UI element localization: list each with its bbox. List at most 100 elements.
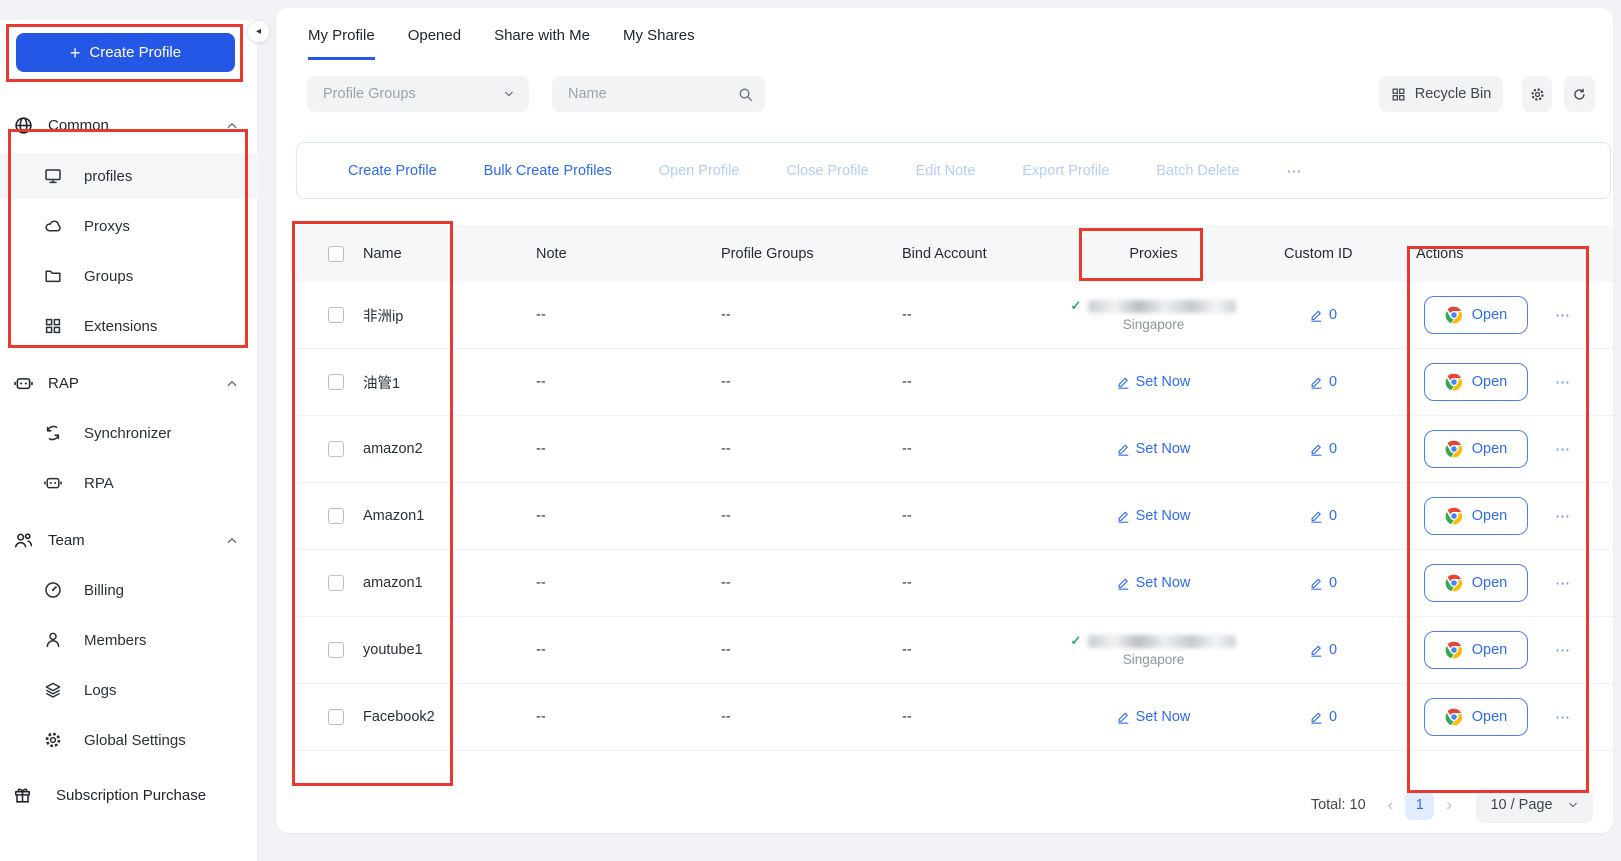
- chevron-up-icon[interactable]: [226, 536, 238, 545]
- chevron-down-icon: [503, 90, 515, 98]
- sidebar-item-subscription-purchase[interactable]: Subscription Purchase: [0, 775, 258, 815]
- pencil-icon: [1310, 376, 1323, 389]
- prev-page-button[interactable]: ‹: [1382, 795, 1400, 815]
- sidebar-item-label: Groups: [84, 268, 133, 285]
- sidebar-collapse-button[interactable]: ◂: [247, 20, 270, 43]
- profile-groups-select[interactable]: Profile Groups: [307, 76, 529, 112]
- row-checkbox[interactable]: [328, 441, 344, 457]
- row-checkbox[interactable]: [328, 709, 344, 725]
- folder-icon: [44, 267, 62, 285]
- custom-id-edit[interactable]: 0: [1310, 307, 1337, 323]
- tab-opened[interactable]: Opened: [408, 27, 461, 60]
- name-search-input[interactable]: [568, 86, 738, 102]
- sidebar-item-profiles[interactable]: profiles: [0, 153, 258, 199]
- sidebar-item-proxys[interactable]: Proxys: [0, 203, 258, 249]
- select-all-checkbox[interactable]: [328, 246, 344, 262]
- row-more-ellipsis[interactable]: ⋯: [1555, 574, 1572, 592]
- sidebar-section-team[interactable]: Team: [0, 525, 258, 555]
- open-profile-button[interactable]: Open: [1424, 497, 1528, 535]
- sidebar-item-global-settings[interactable]: Global Settings: [0, 717, 258, 763]
- bind-account-value: --: [886, 642, 1066, 658]
- action-bulk-create-profiles[interactable]: Bulk Create Profiles: [484, 163, 612, 179]
- profile-groups-value: --: [701, 374, 886, 390]
- sidebar-item-billing[interactable]: Billing: [0, 567, 258, 613]
- row-checkbox[interactable]: [328, 307, 344, 323]
- sidebar-item-synchronizer[interactable]: Synchronizer: [0, 410, 258, 456]
- action-open-profile[interactable]: Open Profile: [659, 163, 740, 179]
- custom-id-value: 0: [1329, 642, 1337, 658]
- tab-my-shares[interactable]: My Shares: [623, 27, 695, 60]
- set-proxy-link[interactable]: Set Now: [1117, 441, 1191, 457]
- custom-id-edit[interactable]: 0: [1310, 441, 1337, 457]
- chrome-icon: [1445, 507, 1463, 525]
- open-profile-button[interactable]: Open: [1424, 296, 1528, 334]
- action-close-profile[interactable]: Close Profile: [786, 163, 868, 179]
- row-checkbox[interactable]: [328, 575, 344, 591]
- open-profile-button[interactable]: Open: [1424, 631, 1528, 669]
- set-proxy-link[interactable]: Set Now: [1117, 575, 1191, 591]
- tab-my-profile[interactable]: My Profile: [308, 27, 375, 60]
- sidebar-section-rap[interactable]: RAP: [0, 368, 258, 398]
- action-more-ellipsis[interactable]: ⋯: [1286, 162, 1302, 180]
- row-checkbox[interactable]: [328, 642, 344, 658]
- profile-name: amazon1: [346, 575, 518, 591]
- sidebar-item-label: Billing: [84, 582, 124, 599]
- gear-icon: [1530, 87, 1545, 102]
- settings-button[interactable]: [1522, 76, 1552, 112]
- sidebar-item-groups[interactable]: Groups: [0, 253, 258, 299]
- sidebar-item-rpa[interactable]: RPA: [0, 460, 258, 506]
- page-number[interactable]: 1: [1405, 791, 1434, 820]
- bind-account-value: --: [886, 307, 1066, 323]
- custom-id-edit[interactable]: 0: [1310, 575, 1337, 591]
- custom-id-value: 0: [1329, 575, 1337, 591]
- custom-id-value: 0: [1329, 508, 1337, 524]
- open-profile-button[interactable]: Open: [1424, 363, 1528, 401]
- create-profile-button[interactable]: + Create Profile: [16, 33, 235, 72]
- action-batch-delete[interactable]: Batch Delete: [1156, 163, 1239, 179]
- open-profile-button[interactable]: Open: [1424, 698, 1528, 736]
- row-checkbox[interactable]: [328, 374, 344, 390]
- row-more-ellipsis[interactable]: ⋯: [1555, 306, 1572, 324]
- action-export-profile[interactable]: Export Profile: [1022, 163, 1109, 179]
- action-create-profile[interactable]: Create Profile: [348, 163, 437, 179]
- custom-id-edit[interactable]: 0: [1310, 508, 1337, 524]
- sidebar-item-members[interactable]: Members: [0, 617, 258, 663]
- open-profile-button[interactable]: Open: [1424, 430, 1528, 468]
- row-more-ellipsis[interactable]: ⋯: [1555, 708, 1572, 726]
- next-page-button[interactable]: ›: [1440, 795, 1458, 815]
- profile-name: 非洲ip: [346, 305, 518, 326]
- custom-id-edit[interactable]: 0: [1310, 709, 1337, 725]
- recycle-bin-button[interactable]: Recycle Bin: [1379, 76, 1503, 112]
- row-more-ellipsis[interactable]: ⋯: [1555, 641, 1572, 659]
- row-more-ellipsis[interactable]: ⋯: [1555, 373, 1572, 391]
- open-profile-button[interactable]: Open: [1424, 564, 1528, 602]
- refresh-button[interactable]: [1564, 76, 1595, 112]
- set-proxy-link[interactable]: Set Now: [1117, 508, 1191, 524]
- note-value: --: [518, 642, 701, 658]
- set-proxy-link[interactable]: Set Now: [1117, 374, 1191, 390]
- pencil-icon: [1310, 443, 1323, 456]
- page-size-select[interactable]: 10 / Page: [1476, 788, 1593, 823]
- row-more-ellipsis[interactable]: ⋯: [1555, 507, 1572, 525]
- pencil-icon: [1117, 443, 1130, 456]
- set-proxy-link[interactable]: Set Now: [1117, 709, 1191, 725]
- name-search-field[interactable]: [552, 76, 765, 112]
- globe-icon: [14, 116, 33, 135]
- robot-icon: [14, 374, 33, 393]
- custom-id-edit[interactable]: 0: [1310, 642, 1337, 658]
- action-edit-note[interactable]: Edit Note: [916, 163, 976, 179]
- tab-share-with-me[interactable]: Share with Me: [494, 27, 590, 60]
- row-checkbox[interactable]: [328, 508, 344, 524]
- table-row: amazon2 -- -- -- Set Now 0 Open ⋯: [296, 416, 1613, 483]
- custom-id-edit[interactable]: 0: [1310, 374, 1337, 390]
- chevron-up-icon[interactable]: [226, 379, 238, 388]
- sidebar-section-common[interactable]: Common: [0, 110, 258, 140]
- chrome-icon: [1445, 440, 1463, 458]
- row-more-ellipsis[interactable]: ⋯: [1555, 440, 1572, 458]
- sidebar-item-label: Extensions: [84, 318, 157, 335]
- chevron-up-icon[interactable]: [226, 121, 238, 130]
- sidebar-item-extensions[interactable]: Extensions: [0, 303, 258, 349]
- table-row: Facebook2 -- -- -- Set Now 0 Open ⋯: [296, 684, 1613, 751]
- sidebar-item-logs[interactable]: Logs: [0, 667, 258, 713]
- team-icon: [14, 531, 33, 550]
